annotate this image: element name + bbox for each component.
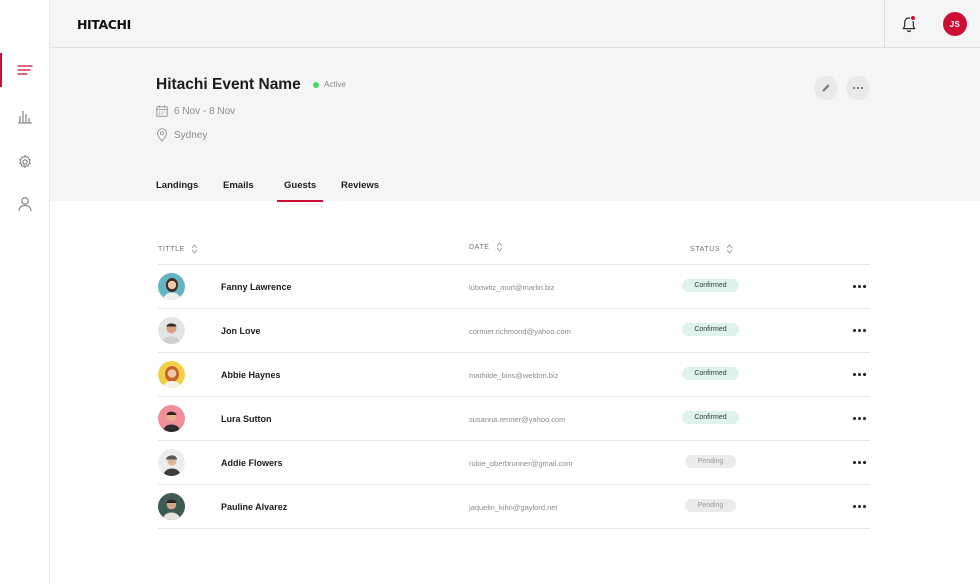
list-icon	[17, 65, 33, 75]
guest-email: susanna.renner@yahoo.com	[469, 415, 566, 424]
guest-email: lubowitz_murl@marlin.biz	[469, 283, 555, 292]
guest-avatar	[158, 317, 185, 344]
gear-icon	[19, 155, 31, 168]
guest-email: cormier.richmond@yahoo.com	[469, 327, 571, 336]
column-header-label: STATUS	[690, 245, 721, 253]
sidebar-item-analytics[interactable]	[0, 99, 50, 133]
sidebar-item-profile[interactable]	[0, 187, 50, 221]
guest-name: Abbie Haynes	[221, 370, 281, 380]
guest-email: jaquelin_kihn@gaylord.net	[469, 503, 558, 512]
status-badge: Confirmed	[682, 411, 739, 424]
status-indicator-dot	[313, 82, 319, 88]
notification-badge	[910, 15, 916, 21]
table-row[interactable]: Jon Love cormier.richmond@yahoo.com Conf…	[158, 308, 870, 352]
brand-logo: HITACHI	[77, 17, 131, 32]
table-row[interactable]: Abbie Haynes mathilde_bins@weldon.biz Co…	[158, 352, 870, 396]
tab-guests[interactable]: Guests	[276, 180, 324, 202]
event-header: Hitachi Event Name Active 6 Nov - 8 Nov …	[50, 48, 980, 202]
table-row[interactable]: Pauline Alvarez jaquelin_kihn@gaylord.ne…	[158, 484, 870, 528]
guest-name: Fanny Lawrence	[221, 282, 292, 292]
top-header: HITACHI JS	[50, 0, 980, 48]
bar-chart-icon	[18, 111, 32, 124]
row-more-icon[interactable]	[851, 279, 867, 293]
event-location: Sydney	[174, 130, 208, 141]
sort-icon	[726, 244, 733, 254]
user-icon	[18, 197, 32, 212]
row-more-icon[interactable]	[851, 499, 867, 513]
status-badge: Confirmed	[682, 323, 739, 336]
tab-reviews[interactable]: Reviews	[341, 180, 379, 201]
guest-name: Pauline Alvarez	[221, 502, 288, 512]
status-badge: Confirmed	[682, 279, 739, 292]
column-header-label: DATE	[469, 243, 490, 251]
guest-name: Lura Sutton	[221, 414, 272, 424]
header-divider	[884, 0, 885, 48]
column-header-label: TITTLE	[158, 245, 185, 253]
pencil-icon	[822, 84, 830, 92]
sort-icon	[496, 242, 502, 252]
event-dates: 6 Nov - 8 Nov	[174, 106, 236, 117]
event-status: Active	[324, 80, 346, 89]
more-horizontal-icon	[852, 86, 864, 90]
column-header-status[interactable]: STATUS	[690, 244, 733, 254]
location-pin-icon	[156, 128, 168, 142]
row-more-icon[interactable]	[851, 367, 867, 381]
user-avatar[interactable]: JS	[943, 12, 967, 36]
guest-avatar	[158, 493, 185, 520]
guest-email: mathilde_bins@weldon.biz	[469, 371, 559, 380]
status-badge: Confirmed	[682, 367, 739, 380]
column-header-title[interactable]: TITTLE	[158, 244, 198, 254]
column-header-date[interactable]: DATE	[469, 242, 503, 252]
sidebar-item-settings[interactable]	[0, 145, 50, 179]
guest-avatar	[158, 273, 185, 300]
sidebar	[0, 0, 50, 584]
guest-email: rubie_oberbrunner@gmail.com	[469, 459, 573, 468]
page-title: Hitachi Event Name	[156, 76, 301, 93]
status-badge: Pending	[685, 455, 736, 468]
table-row[interactable]: Addie Flowers rubie_oberbrunner@gmail.co…	[158, 440, 870, 484]
row-more-icon[interactable]	[851, 323, 867, 337]
tab-landings[interactable]: Landings	[156, 180, 198, 201]
row-more-icon[interactable]	[851, 455, 867, 469]
calendar-icon	[156, 105, 168, 117]
event-more-button[interactable]	[846, 76, 870, 100]
table-bottom-border	[158, 528, 870, 529]
row-more-icon[interactable]	[851, 411, 867, 425]
guest-avatar	[158, 361, 185, 388]
table-row[interactable]: Lura Sutton susanna.renner@yahoo.com Con…	[158, 396, 870, 440]
tab-emails[interactable]: Emails	[223, 180, 254, 201]
guest-avatar	[158, 405, 185, 432]
table-row[interactable]: Fanny Lawrence lubowitz_murl@marlin.biz …	[158, 264, 870, 308]
guest-name: Addie Flowers	[221, 458, 283, 468]
status-badge: Pending	[685, 499, 736, 512]
sort-icon	[191, 244, 198, 254]
edit-event-button[interactable]	[814, 76, 838, 100]
guest-name: Jon Love	[221, 326, 261, 336]
sidebar-item-list[interactable]	[0, 53, 50, 87]
guest-avatar	[158, 449, 185, 476]
